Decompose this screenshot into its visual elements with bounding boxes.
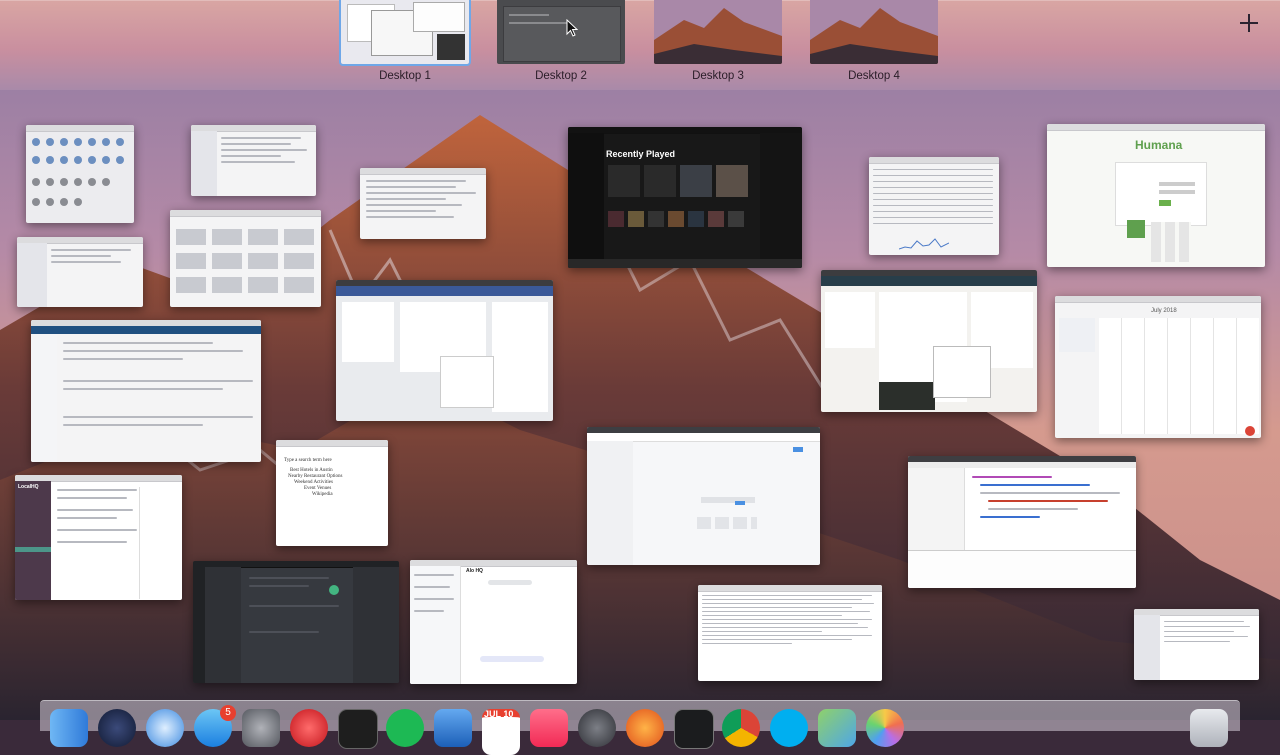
photos-icon[interactable] bbox=[866, 709, 904, 747]
humana-window[interactable]: Humana bbox=[1047, 124, 1265, 267]
activity-monitor-window[interactable] bbox=[869, 157, 999, 255]
calendar-date: JUL 10 bbox=[484, 709, 514, 719]
trash-icon[interactable] bbox=[1190, 709, 1228, 747]
add-space-button[interactable] bbox=[1238, 12, 1260, 34]
doc-line-1: Type a search term here bbox=[284, 458, 332, 463]
facebook-browser-window[interactable] bbox=[336, 280, 553, 421]
music-icon[interactable] bbox=[530, 709, 568, 747]
console-window[interactable] bbox=[698, 585, 882, 681]
time-machine-icon[interactable] bbox=[578, 709, 616, 747]
calendar-year-window[interactable] bbox=[170, 210, 321, 307]
finder-list-window[interactable] bbox=[360, 168, 486, 239]
desktop-3-space[interactable]: Desktop 3 bbox=[654, 0, 782, 82]
system-preferences-icon[interactable] bbox=[242, 709, 280, 747]
maps-icon[interactable] bbox=[818, 709, 856, 747]
activity-monitor-icon[interactable] bbox=[674, 709, 714, 749]
desktop-4-thumbnail[interactable] bbox=[810, 0, 938, 64]
doc-line-4: Weekend Activities bbox=[294, 480, 333, 485]
calendar-month-label: July 2018 bbox=[1151, 308, 1177, 314]
desktop-2-label: Desktop 2 bbox=[535, 70, 587, 82]
finder-sidebar-window[interactable] bbox=[17, 237, 143, 307]
calendar-icon[interactable]: JUL 10 bbox=[482, 709, 520, 755]
spotify-window[interactable]: Recently Played bbox=[568, 127, 802, 268]
firefox-icon[interactable] bbox=[626, 709, 664, 747]
doc-line-5: Event Venues bbox=[304, 486, 332, 491]
system-preferences-window[interactable] bbox=[26, 125, 134, 223]
chrome-icon[interactable] bbox=[722, 709, 760, 747]
messaging-window[interactable]: Alo HQ bbox=[410, 560, 577, 684]
xcode-icon[interactable] bbox=[434, 709, 472, 747]
finder-icon[interactable] bbox=[50, 709, 88, 747]
finder-bottom-window[interactable] bbox=[1134, 609, 1259, 680]
web-form-window[interactable] bbox=[587, 427, 820, 565]
terminal-icon[interactable] bbox=[338, 709, 378, 749]
recently-played-heading: Recently Played bbox=[606, 149, 676, 159]
humana-logo: Humana bbox=[1135, 138, 1183, 152]
opera-icon[interactable] bbox=[290, 709, 328, 747]
document-window[interactable]: Type a search term here Best Hotels in A… bbox=[276, 440, 388, 546]
doc-line-2: Best Hotels in Austin bbox=[290, 468, 333, 473]
spotify-icon[interactable] bbox=[386, 709, 424, 747]
slack-team-name: LocalHQ bbox=[18, 484, 39, 490]
mouse-cursor-icon bbox=[566, 19, 578, 37]
appstore-icon[interactable]: 5 bbox=[194, 705, 236, 747]
doc-line-3: Nearby Restaurant Options bbox=[288, 474, 343, 479]
desktop-1-label: Desktop 1 bbox=[379, 70, 431, 82]
desktop-2-thumbnail[interactable] bbox=[497, 0, 625, 64]
launchpad-icon[interactable] bbox=[98, 709, 136, 747]
desktop-3-thumbnail[interactable] bbox=[654, 0, 782, 64]
doc-line-6: Wikipedia bbox=[312, 492, 333, 497]
dock: 5 JUL 10 bbox=[40, 700, 1240, 755]
appstore-badge: 5 bbox=[220, 705, 236, 721]
google-calendar-window[interactable]: July 2018 bbox=[1055, 296, 1261, 438]
desktop-2-space[interactable]: Desktop 2 bbox=[497, 0, 625, 82]
desktop-1-space[interactable]: Desktop 1 bbox=[339, 0, 471, 82]
desktop-3-label: Desktop 3 bbox=[692, 70, 744, 82]
messaging-title: Alo HQ bbox=[466, 568, 483, 574]
spaces-bar: Desktop 1 Desktop 2 Desktop 3 Desktop 4 bbox=[0, 0, 1280, 90]
desktop-4-space[interactable]: Desktop 4 bbox=[810, 0, 938, 82]
skype-icon[interactable] bbox=[770, 709, 808, 747]
safari-icon[interactable] bbox=[146, 709, 184, 747]
ide-window[interactable] bbox=[908, 456, 1136, 588]
linkedin-window[interactable] bbox=[821, 270, 1037, 412]
desktop-4-label: Desktop 4 bbox=[848, 70, 900, 82]
desktop-1-thumbnail[interactable] bbox=[339, 0, 471, 66]
discord-window[interactable] bbox=[193, 561, 399, 683]
issue-tracker-window[interactable] bbox=[31, 320, 261, 462]
finder-window[interactable] bbox=[191, 125, 316, 196]
slack-window[interactable]: LocalHQ bbox=[15, 475, 182, 600]
